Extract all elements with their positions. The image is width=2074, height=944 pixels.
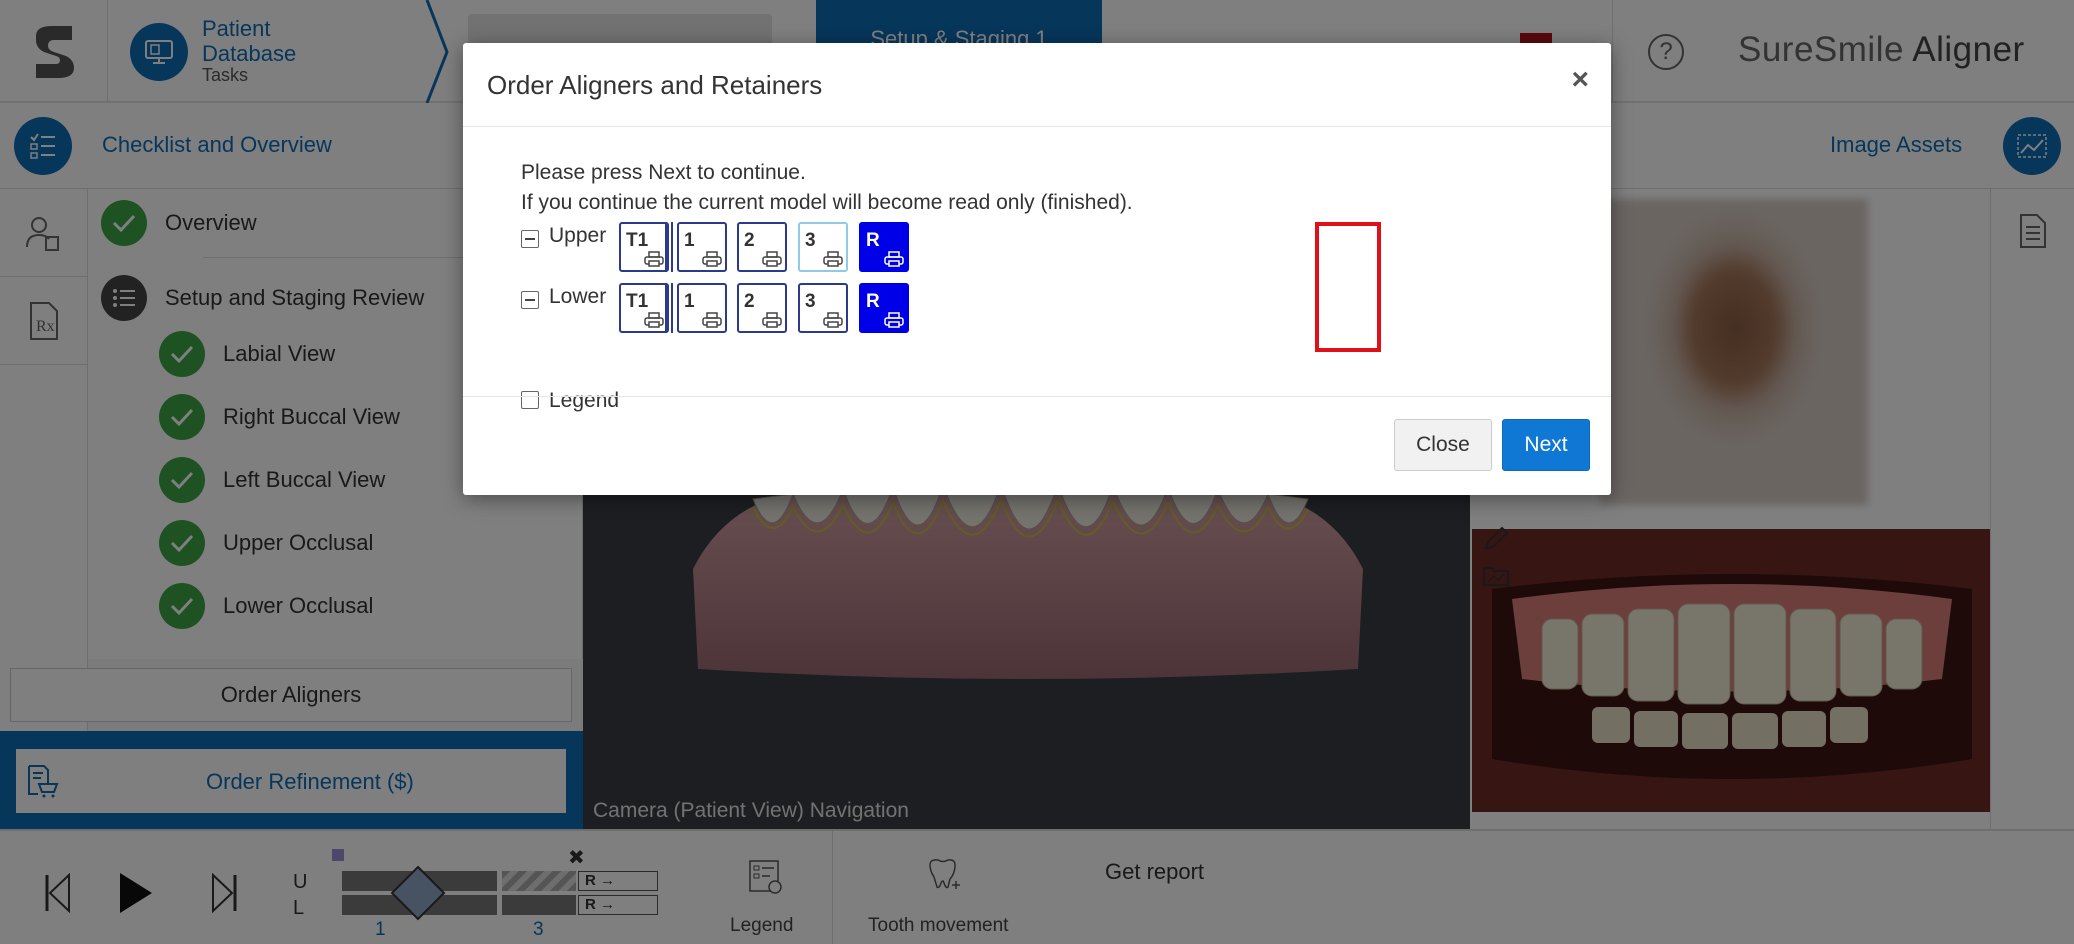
printer-icon [762,312,782,328]
upper-stage-3[interactable]: 3 [798,222,848,272]
stage-label: T1 [626,291,649,312]
printer-icon [644,251,664,267]
upper-stage-1[interactable]: 1 [677,222,727,272]
upper-collapse-checkbox[interactable] [521,230,539,248]
dialog-message-2: If you continue the current model will b… [521,191,1133,214]
printer-icon [762,251,782,267]
stage-label: 2 [744,291,755,312]
upper-stage-2[interactable]: 2 [737,222,787,272]
lower-jaw-row: Lower T1 1 2 3 R [521,283,921,335]
upper-jaw-row: Upper T1 1 2 3 R [521,222,921,274]
printer-icon [702,251,722,267]
lower-stage-retainer[interactable]: R [859,283,909,333]
dialog-footer: Close Next [463,396,1611,495]
stage-label: 3 [805,230,816,251]
stage-label: T1 [626,230,649,251]
printer-icon [823,251,843,267]
dialog-header: Order Aligners and Retainers × [463,43,1611,127]
lower-stage-t1[interactable]: T1 [619,283,669,333]
lower-stage-2[interactable]: 2 [737,283,787,333]
next-button[interactable]: Next [1502,419,1590,471]
stage-label: R [866,230,880,251]
printer-icon [884,251,904,267]
dialog-close-icon[interactable]: × [1571,63,1589,97]
order-aligners-dialog: Order Aligners and Retainers × Please pr… [463,43,1611,495]
stage-link-bar [665,222,673,272]
stage-label: 2 [744,230,755,251]
printer-icon [702,312,722,328]
lower-collapse-checkbox[interactable] [521,291,539,309]
printer-icon [884,312,904,328]
dialog-title: Order Aligners and Retainers [487,70,823,100]
lower-stage-3[interactable]: 3 [798,283,848,333]
printer-icon [644,312,664,328]
stage-label: 1 [684,291,695,312]
upper-stage-t1[interactable]: T1 [619,222,669,272]
stage-link-bar [665,283,673,333]
lower-stage-1[interactable]: 1 [677,283,727,333]
stage-label: R [866,291,880,312]
close-button[interactable]: Close [1394,419,1492,471]
printer-icon [823,312,843,328]
stage-label: 1 [684,230,695,251]
upper-stage-retainer[interactable]: R [859,222,909,272]
upper-jaw-label: Upper [549,224,607,247]
stage-label: 3 [805,291,816,312]
lower-jaw-label: Lower [549,285,607,308]
dialog-body: Please press Next to continue. If you co… [463,127,1611,412]
dialog-message-1: Please press Next to continue. [521,161,806,184]
retainer-highlight [1315,222,1381,352]
